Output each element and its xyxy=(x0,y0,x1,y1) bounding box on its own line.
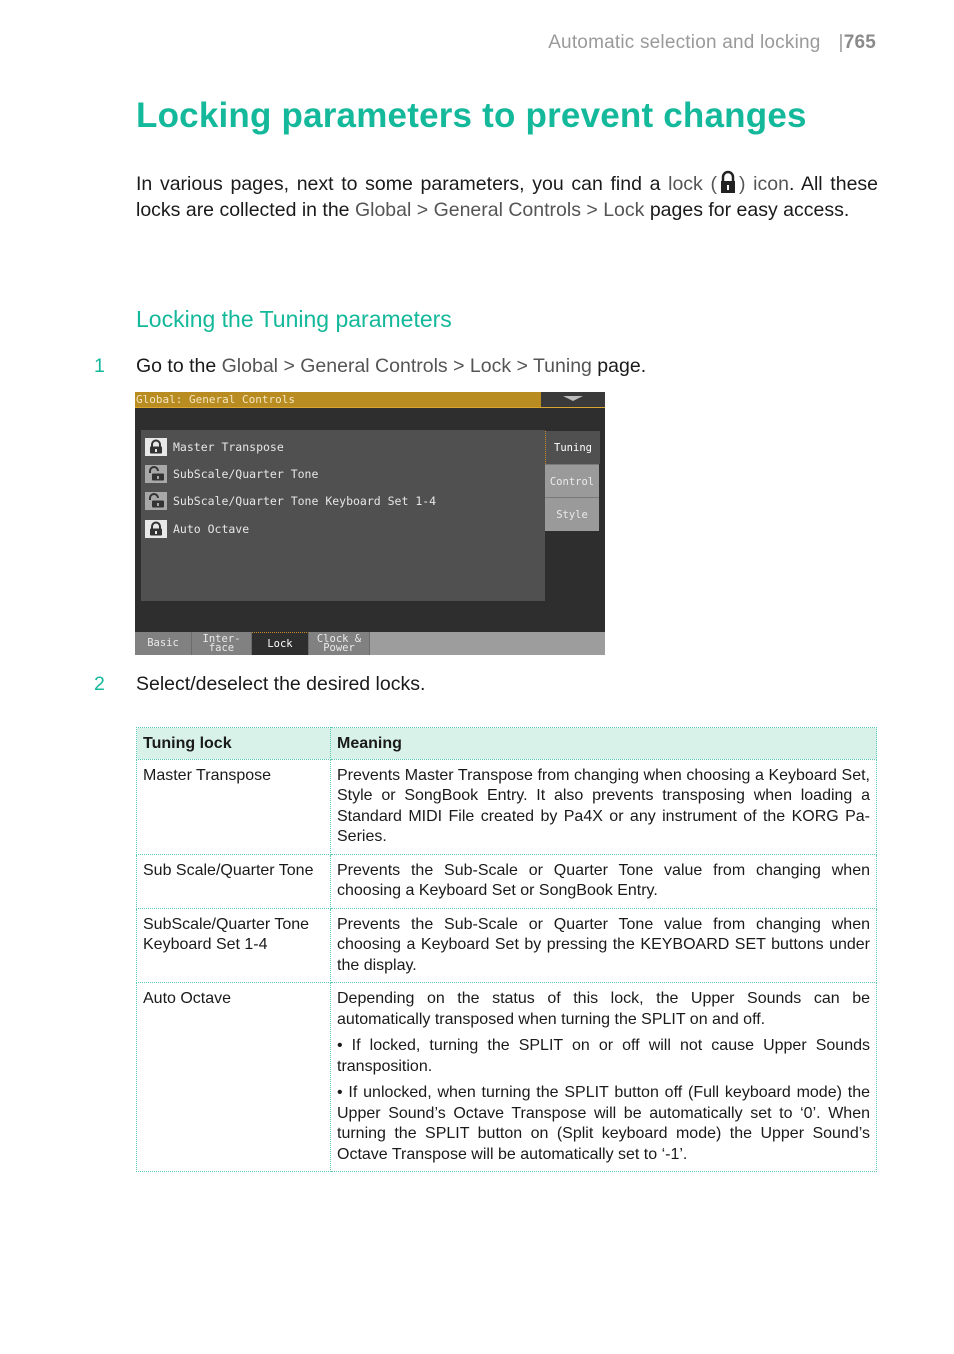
side-tab-style[interactable]: Style xyxy=(545,497,599,531)
lock-row-master-transpose[interactable]: Master Transpose xyxy=(145,437,284,457)
icon-term: ) icon xyxy=(738,173,789,195)
step-1: 1 Go to the Global > General Controls > L… xyxy=(94,355,646,378)
table-row: SubScale/Quarter Tone Keyboard Set 1-4 P… xyxy=(136,907,877,983)
section-title: Automatic selection and locking xyxy=(548,32,821,53)
step-number: 2 xyxy=(94,673,105,695)
meaning-bullet: • If unlocked, when turning the SPLIT bu… xyxy=(337,1084,870,1163)
table-header-row: Tuning lock Meaning xyxy=(136,727,877,760)
intro-paragraph: In various pages, next to some parameter… xyxy=(136,170,878,223)
step-text: Select/deselect the desired locks. xyxy=(136,673,426,695)
intro-text: In various pages, next to some parameter… xyxy=(136,173,669,195)
lock-row-auto-octave[interactable]: Auto Octave xyxy=(145,519,249,539)
tuning-lock-table: Tuning lock Meaning Master Transpose Pre… xyxy=(136,727,877,1172)
lock-meaning: Prevents the Sub-Scale or Quarter Tone v… xyxy=(330,907,877,983)
bottom-tab-lock[interactable]: Lock xyxy=(252,632,309,655)
running-head: Automatic selection and locking |765 xyxy=(548,32,876,54)
page-title: Locking parameters to prevent changes xyxy=(136,96,807,135)
device-screenshot: Global: General Controls Master Transpos… xyxy=(135,392,605,655)
bottom-tab-interface[interactable]: Inter-face xyxy=(192,632,252,655)
tab-label: face xyxy=(208,641,235,654)
page-menu-button[interactable] xyxy=(541,392,605,407)
bottom-tab-bar: Basic Inter-face Lock Clock & Power xyxy=(135,632,605,655)
side-tab-tuning[interactable]: Tuning xyxy=(545,431,600,464)
screen-title-bar: Global: General Controls xyxy=(135,392,605,408)
path-separator: > xyxy=(411,199,434,221)
lock-name: SubScale/Quarter Tone Keyboard Set 1-4 xyxy=(136,907,331,983)
lock-label: Master Transpose xyxy=(173,440,284,454)
lock-name: Master Transpose xyxy=(136,758,331,855)
table-row: Auto Octave Depending on the status of t… xyxy=(136,982,877,1172)
meaning-bullet: • If locked, turning the SPLIT on or off… xyxy=(337,1037,870,1075)
table-row: Sub Scale/Quarter Tone Prevents the Sub-… xyxy=(136,853,877,909)
path-lock: Lock xyxy=(603,199,645,221)
intro-text: pages for easy access. xyxy=(644,199,850,221)
meaning-text: Prevents the Sub-Scale or Quarter Tone v… xyxy=(337,861,870,900)
meaning-text: Prevents the Sub-Scale or Quarter Tone v… xyxy=(337,915,870,974)
lock-checkbox[interactable] xyxy=(145,438,167,456)
meaning-text: Prevents Master Transpose from changing … xyxy=(337,766,870,846)
unlock-checkbox[interactable] xyxy=(145,465,167,483)
lock-meaning: Prevents the Sub-Scale or Quarter Tone v… xyxy=(330,853,877,909)
page-number: 765 xyxy=(843,32,876,53)
lock-checkbox[interactable] xyxy=(145,520,167,538)
column-header-tuning-lock: Tuning lock xyxy=(136,727,331,760)
lock-icon xyxy=(716,170,739,194)
path-separator: > xyxy=(283,355,295,377)
path-general-controls: General Controls xyxy=(433,199,581,221)
tab-label: Power xyxy=(323,641,355,654)
column-header-meaning: Meaning xyxy=(330,727,877,760)
bottom-tab-basic[interactable]: Basic xyxy=(135,632,192,655)
unlock-checkbox[interactable] xyxy=(145,492,167,510)
path-general-controls: General Controls xyxy=(300,355,448,377)
tab-label: Basic xyxy=(147,637,179,649)
table-row: Master Transpose Prevents Master Transpo… xyxy=(136,758,877,855)
lock-name: Auto Octave xyxy=(136,982,331,1172)
path-lock: Lock xyxy=(469,355,512,377)
path-global: Global xyxy=(354,199,412,221)
lock-label: SubScale/Quarter Tone xyxy=(173,467,319,481)
step-number: 1 xyxy=(94,355,105,377)
lock-row-subscale-keyboard-set[interactable]: SubScale/Quarter Tone Keyboard Set 1-4 xyxy=(145,491,436,511)
bottom-tab-clock-power[interactable]: Clock & Power xyxy=(309,632,370,655)
lock-meaning: Depending on the status of this lock, th… xyxy=(330,982,877,1172)
path-separator: > xyxy=(580,199,604,221)
meaning-text: Depending on the status of this lock, th… xyxy=(337,990,870,1028)
lock-row-subscale-quarter-tone[interactable]: SubScale/Quarter Tone xyxy=(145,464,318,484)
path-global: Global xyxy=(221,355,279,377)
tab-label: Lock xyxy=(267,638,293,650)
path-separator: > xyxy=(516,355,528,377)
screen-title: Global: General Controls xyxy=(136,393,295,406)
lock-label: SubScale/Quarter Tone Keyboard Set 1-4 xyxy=(173,494,437,508)
side-tab-control[interactable]: Control xyxy=(545,464,599,498)
path-separator: > xyxy=(453,355,465,377)
lock-name: Sub Scale/Quarter Tone xyxy=(136,853,331,909)
chevron-down-icon xyxy=(563,396,583,401)
step-text: Go to the xyxy=(136,355,222,377)
step-2: 2 Select/deselect the desired locks. xyxy=(94,673,425,696)
lock-label: Auto Octave xyxy=(173,522,250,536)
section-subtitle: Locking the Tuning parameters xyxy=(136,306,452,332)
path-tuning: Tuning xyxy=(532,355,592,377)
lock-meaning: Prevents Master Transpose from changing … xyxy=(330,758,877,855)
lock-term: lock ( xyxy=(668,173,717,195)
step-text: page. xyxy=(591,355,647,377)
